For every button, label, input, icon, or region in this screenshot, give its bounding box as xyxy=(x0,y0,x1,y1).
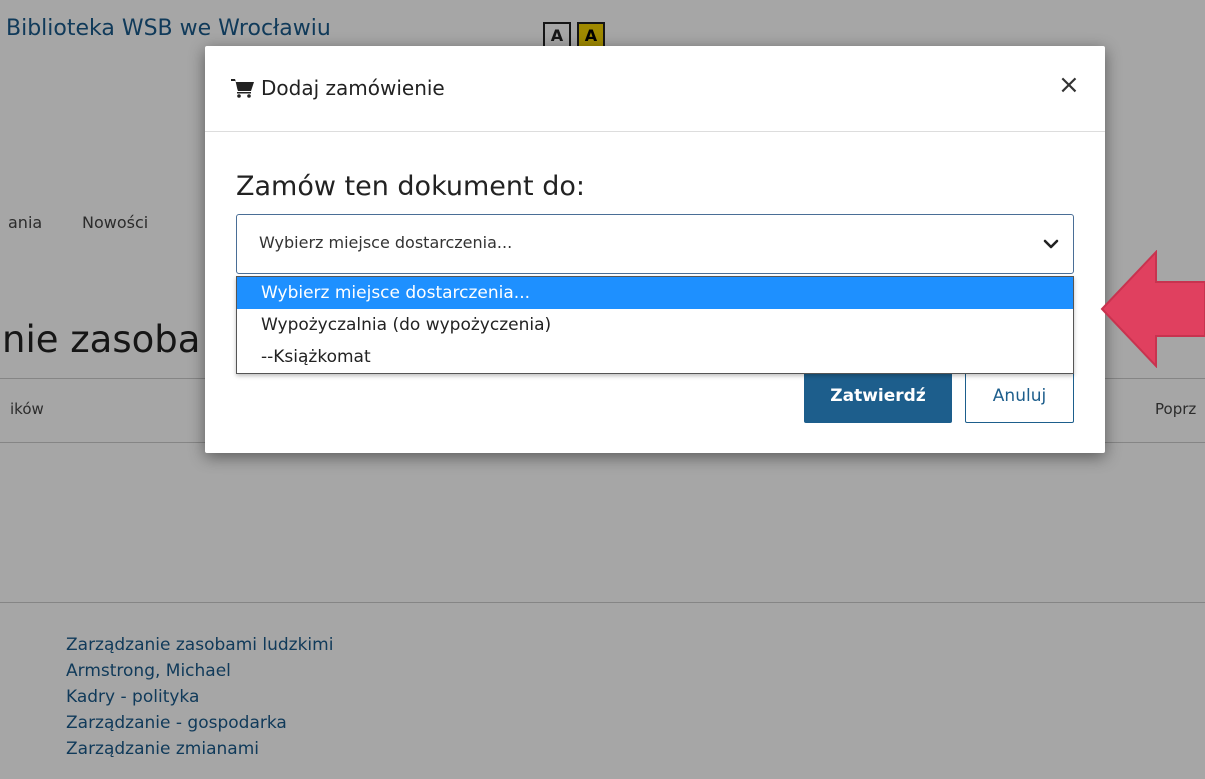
delivery-select[interactable]: Wybierz miejsce dostarczenia... xyxy=(236,214,1074,274)
modal-header: Dodaj zamówienie × xyxy=(205,46,1105,132)
delivery-select-value: Wybierz miejsce dostarczenia... xyxy=(259,233,513,252)
cart-icon xyxy=(231,79,254,98)
cancel-button[interactable]: Anuluj xyxy=(965,370,1074,423)
chevron-down-icon xyxy=(1043,239,1059,249)
confirm-button[interactable]: Zatwierdź xyxy=(804,370,952,423)
modal-title: Dodaj zamówienie xyxy=(231,76,445,100)
delivery-options-list: Wybierz miejsce dostarczenia... Wypożycz… xyxy=(236,276,1074,374)
modal-title-text: Dodaj zamówienie xyxy=(261,76,445,100)
delivery-option[interactable]: Wybierz miejsce dostarczenia... xyxy=(237,277,1073,309)
delivery-option[interactable]: --Książkomat xyxy=(237,341,1073,373)
annotation-arrow-icon xyxy=(1100,250,1205,368)
order-modal: Dodaj zamówienie × Zamów ten dokument do… xyxy=(205,46,1105,453)
close-icon[interactable]: × xyxy=(1058,72,1080,98)
delivery-option[interactable]: Wypożyczalnia (do wypożyczenia) xyxy=(237,309,1073,341)
delivery-label: Zamów ten dokument do: xyxy=(236,171,585,202)
